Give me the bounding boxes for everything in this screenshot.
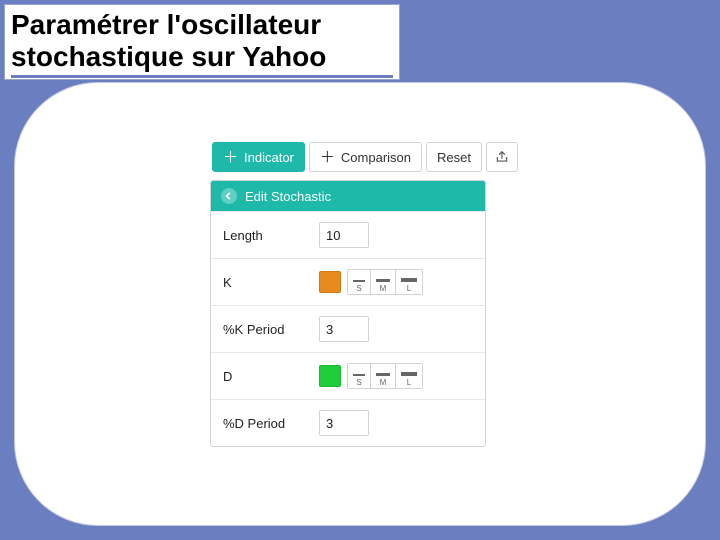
indicator-button-label: Indicator (244, 150, 294, 165)
k-color-swatch[interactable] (319, 271, 341, 293)
row-k-period: %K Period (211, 305, 485, 352)
k-thickness-selector[interactable]: S M L (347, 269, 423, 295)
length-label: Length (223, 228, 319, 243)
panel-header[interactable]: Edit Stochastic (211, 181, 485, 211)
row-d-period: %D Period (211, 399, 485, 446)
k-label: K (223, 275, 319, 290)
edit-stochastic-panel: Edit Stochastic Length K S M L %K Period… (210, 180, 486, 447)
k-size-s[interactable]: S (348, 270, 370, 294)
back-icon[interactable] (221, 188, 237, 204)
d-period-label: %D Period (223, 416, 319, 431)
k-size-l[interactable]: L (395, 270, 422, 294)
d-size-m[interactable]: M (370, 364, 395, 388)
length-input[interactable] (319, 222, 369, 248)
chart-toolbar: ＋ Indicator ＋ Comparison Reset (212, 142, 486, 172)
reset-button[interactable]: Reset (426, 142, 482, 172)
comparison-button-label: Comparison (341, 150, 411, 165)
comparison-button[interactable]: ＋ Comparison (309, 142, 422, 172)
indicator-button[interactable]: ＋ Indicator (212, 142, 305, 172)
k-period-input[interactable] (319, 316, 369, 342)
plus-icon: ＋ (223, 150, 238, 165)
yahoo-chart-settings: ＋ Indicator ＋ Comparison Reset Edit Stoc… (210, 142, 486, 447)
d-label: D (223, 369, 319, 384)
d-period-input[interactable] (319, 410, 369, 436)
d-color-swatch[interactable] (319, 365, 341, 387)
row-k: K S M L (211, 258, 485, 305)
reset-button-label: Reset (437, 150, 471, 165)
d-thickness-selector[interactable]: S M L (347, 363, 423, 389)
plus-icon: ＋ (320, 150, 335, 165)
k-period-label: %K Period (223, 322, 319, 337)
share-button[interactable] (486, 142, 518, 172)
slide-title: Paramétrer l'oscillateur stochastique su… (11, 9, 393, 78)
d-size-l[interactable]: L (395, 364, 422, 388)
row-length: Length (211, 211, 485, 258)
d-size-s[interactable]: S (348, 364, 370, 388)
panel-header-title: Edit Stochastic (245, 189, 331, 204)
share-icon (495, 150, 509, 164)
slide-title-card: Paramétrer l'oscillateur stochastique su… (4, 4, 400, 80)
row-d: D S M L (211, 352, 485, 399)
k-size-m[interactable]: M (370, 270, 395, 294)
